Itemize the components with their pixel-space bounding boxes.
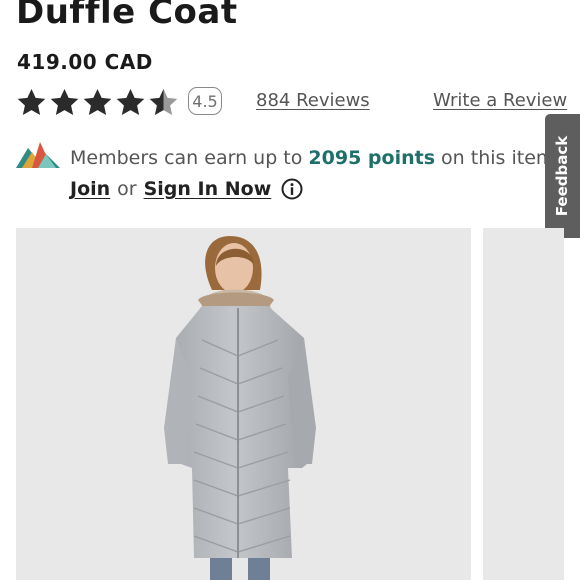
- star-half-icon: [149, 88, 178, 116]
- star-rating[interactable]: [16, 87, 179, 118]
- write-review-link[interactable]: Write a Review: [433, 90, 567, 111]
- feedback-tab[interactable]: Feedback: [545, 114, 580, 238]
- product-title: Duffle Coat: [16, 0, 238, 32]
- star-icon: [83, 88, 112, 116]
- reviews-link[interactable]: 884 Reviews: [256, 90, 370, 111]
- feedback-label: Feedback: [553, 135, 572, 217]
- product-price: 419.00 CAD: [17, 50, 153, 74]
- product-image[interactable]: [16, 228, 471, 580]
- member-points-message: Members can earn up to 2095 points on th…: [70, 147, 546, 169]
- rating-badge: 4.5: [188, 87, 222, 115]
- or-text: or: [117, 178, 137, 200]
- next-product-image[interactable]: [483, 228, 564, 580]
- model-wearing-coat-image: [164, 236, 316, 580]
- join-sign-in-row: Join or Sign In Now: [70, 178, 303, 200]
- info-icon[interactable]: [281, 178, 303, 200]
- points-value: 2095 points: [308, 147, 436, 169]
- member-message-suffix: on this item: [435, 147, 546, 169]
- member-message-prefix: Members can earn up to: [70, 147, 309, 169]
- star-icon: [17, 88, 46, 116]
- join-link[interactable]: Join: [70, 178, 110, 200]
- star-icon: [50, 88, 79, 116]
- sign-in-link[interactable]: Sign In Now: [144, 178, 272, 200]
- star-icon: [116, 88, 145, 116]
- mountain-logo-icon: [16, 142, 60, 168]
